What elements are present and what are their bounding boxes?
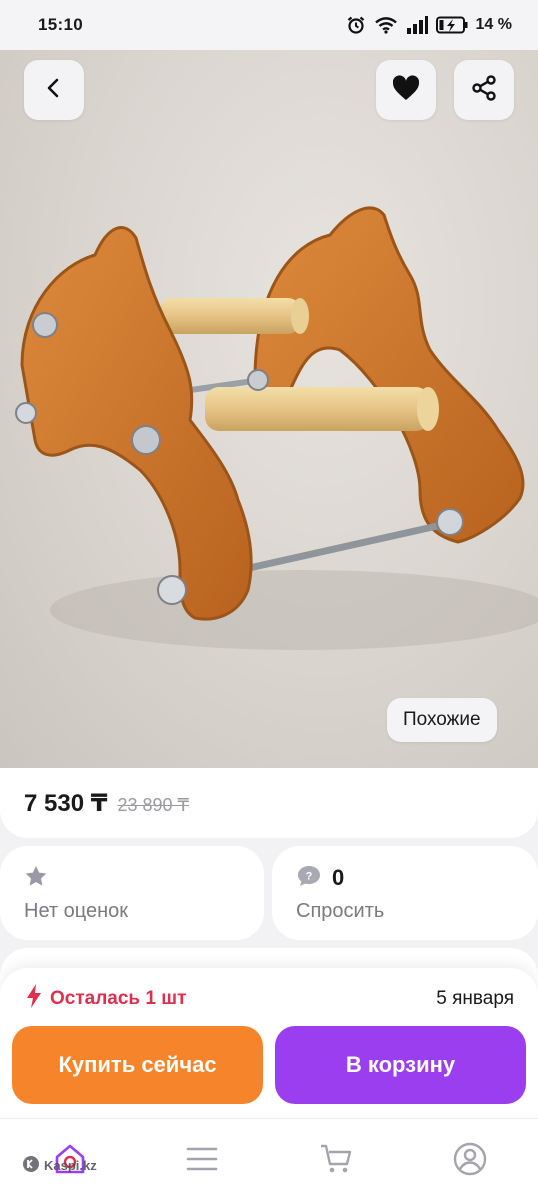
ask-question-card[interactable]: ? 0 Спросить — [272, 846, 538, 940]
add-to-cart-button[interactable]: В корзину — [275, 1026, 526, 1104]
share-button[interactable] — [454, 60, 514, 120]
price-card: 7 530 ₸ 23 890 ₸ — [0, 768, 538, 838]
kaspi-logo-icon — [22, 1155, 40, 1176]
heart-icon — [391, 74, 421, 107]
stock-text: Осталась 1 шт — [50, 988, 187, 1009]
add-to-cart-label: В корзину — [345, 1052, 456, 1077]
rating-card[interactable]: Нет оценок — [0, 846, 264, 940]
buy-now-label: Купить сейчас — [58, 1052, 217, 1077]
product-image[interactable]: Похожие — [0, 50, 538, 768]
lightning-icon — [26, 984, 42, 1014]
chat-question-icon: ? — [296, 864, 322, 893]
status-time: 15:10 — [38, 15, 83, 34]
similar-label: Похожие — [403, 709, 481, 730]
question-count: 0 — [332, 865, 345, 890]
favorite-button[interactable] — [376, 60, 436, 120]
current-price: 7 530 ₸ — [24, 789, 108, 817]
buy-now-button[interactable]: Купить сейчас — [12, 1026, 263, 1104]
product-photo — [15, 206, 538, 650]
tab-catalog[interactable] — [182, 1141, 222, 1181]
similar-button[interactable]: Похожие — [387, 698, 497, 742]
ask-label: Спросить — [296, 900, 385, 922]
cart-icon — [319, 1143, 353, 1180]
stock-indicator: Осталась 1 шт — [26, 984, 186, 1014]
status-indicators: 14 % — [346, 15, 512, 35]
profile-icon — [453, 1142, 487, 1181]
share-icon — [470, 74, 498, 107]
svg-text:?: ? — [306, 870, 313, 882]
rating-label: Нет оценок — [24, 900, 129, 922]
tab-profile[interactable] — [450, 1141, 490, 1181]
watermark-text: Kaspi.kz — [44, 1158, 97, 1173]
star-icon — [24, 865, 48, 892]
old-price: 23 890 ₸ — [117, 794, 189, 815]
wifi-icon — [374, 16, 398, 34]
signal-icon — [406, 16, 428, 34]
chevron-left-icon — [43, 77, 65, 104]
battery-percent: 14 % — [475, 16, 512, 33]
tab-cart[interactable] — [316, 1141, 356, 1181]
battery-charging-icon — [435, 16, 468, 34]
purchase-panel: Осталась 1 шт 5 января Купить сейчас В к… — [0, 968, 538, 1118]
alarm-icon — [346, 15, 366, 35]
status-bar: 15:10 14 % — [0, 0, 538, 50]
catalog-icon — [186, 1146, 218, 1177]
bottom-tab-bar: Kaspi.kz — [0, 1118, 538, 1200]
back-button[interactable] — [24, 60, 84, 120]
delivery-date: 5 января — [436, 988, 514, 1009]
watermark: Kaspi.kz — [22, 1155, 97, 1176]
